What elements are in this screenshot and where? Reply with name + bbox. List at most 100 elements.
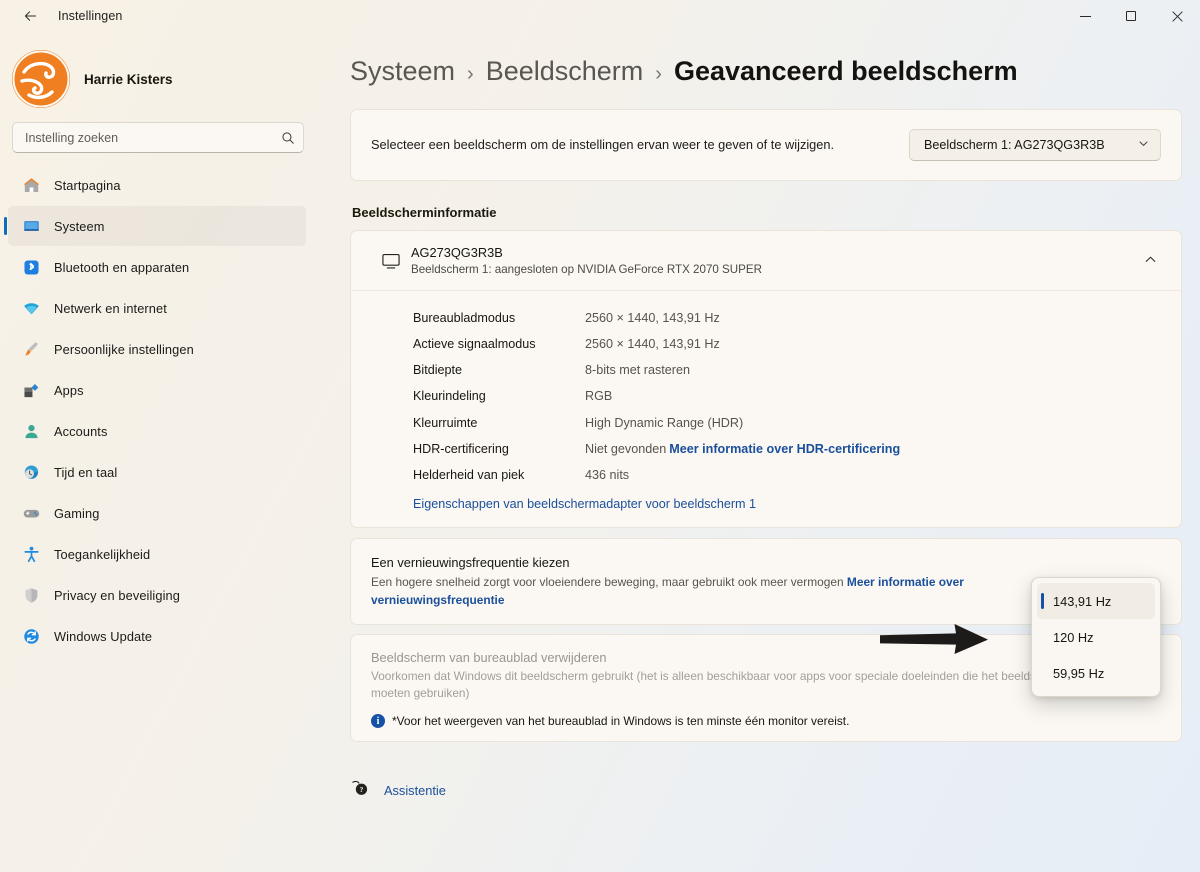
sidebar-item-gaming[interactable]: Gaming <box>8 493 306 533</box>
sidebar-item-apps[interactable]: Apps <box>8 370 306 410</box>
account-name: Harrie Kisters <box>84 71 173 87</box>
sidebar-item-label: Tijd en taal <box>54 464 118 480</box>
info-icon: i <box>371 714 385 729</box>
monitor-name: AG273QG3R3B <box>411 245 503 260</box>
spec-value: 8-bits met rasteren <box>585 363 690 378</box>
help-question-icon: ? <box>350 778 370 803</box>
help-label: Assistentie <box>384 783 446 799</box>
breadcrumb-beeldscherm[interactable]: Beeldscherm <box>486 56 644 87</box>
spec-value: 436 nits <box>585 467 630 482</box>
table-row: Bureaubladmodus 2560 × 1440, 143,91 Hz <box>351 305 1181 331</box>
spec-key: Kleurindeling <box>413 389 486 404</box>
monitor-connection: Beeldscherm 1: aangesloten op NVIDIA GeF… <box>411 263 762 276</box>
display-selector-dropdown[interactable]: Beeldscherm 1: AG273QG3R3B <box>909 129 1161 161</box>
help-link[interactable]: ? Assistentie <box>350 778 446 803</box>
spec-key: Bureaubladmodus <box>413 311 516 325</box>
person-icon <box>18 422 44 441</box>
display-info-heading: Beeldscherminformatie <box>352 205 497 220</box>
sidebar-item-label: Apps <box>54 382 84 398</box>
refresh-rate-option[interactable]: 120 Hz <box>1037 619 1155 655</box>
spec-value-text: Niet gevonden <box>585 441 667 456</box>
chevron-up-icon[interactable] <box>1138 253 1163 269</box>
clock-globe-icon <box>18 463 44 482</box>
sidebar-item-persoonlijke-instellingen[interactable]: Persoonlijke instellingen <box>8 329 306 369</box>
sidebar-item-privacy-en-beveiliging[interactable]: Privacy en beveiliging <box>8 575 306 615</box>
sidebar-item-label: Accounts <box>54 423 108 439</box>
table-row: Kleurruimte High Dynamic Range (HDR) <box>351 410 1181 436</box>
table-row: HDR-certificering Niet gevonden Meer info… <box>351 436 1181 462</box>
display-specs: Bureaubladmodus 2560 × 1440, 143,91 Hz A… <box>351 290 1181 527</box>
refresh-rate-option[interactable]: 143,91 Hz <box>1037 583 1155 619</box>
display-info-text: AG273QG3R3B Beeldscherm 1: aangesloten o… <box>411 245 1138 276</box>
breadcrumb-systeem[interactable]: Systeem <box>350 56 455 87</box>
refresh-rate-title: Een vernieuwingsfrequentie kiezen <box>371 554 570 570</box>
back-button[interactable] <box>12 1 48 31</box>
remove-display-title: Beeldscherm van bureaublad verwijderen <box>371 649 607 665</box>
hdr-certification-link[interactable]: Meer informatie over HDR-certificering <box>669 442 900 456</box>
close-button[interactable] <box>1154 0 1200 32</box>
back-arrow-icon <box>24 10 36 21</box>
shield-icon <box>18 586 44 605</box>
search-box[interactable] <box>12 122 304 153</box>
display-info-card: AG273QG3R3B Beeldscherm 1: aangesloten o… <box>350 230 1182 528</box>
sidebar-item-label: Persoonlijke instellingen <box>54 341 194 357</box>
sidebar-item-bluetooth-en-apparaten[interactable]: Bluetooth en apparaten <box>8 247 306 287</box>
minimize-button[interactable] <box>1062 0 1108 32</box>
spec-value: Niet gevonden Meer informatie over HDR-ce… <box>585 439 900 459</box>
refresh-rate-option-label: 120 Hz <box>1053 629 1094 645</box>
spec-key: HDR-certificering <box>413 441 509 456</box>
refresh-rate-option-label: 59,95 Hz <box>1053 665 1105 681</box>
sidebar-item-label: Toegankelijkheid <box>54 546 151 562</box>
chevron-down-icon <box>1138 138 1149 152</box>
refresh-rate-description-text: Een hogere snelheid zorgt voor vloeiende… <box>371 574 844 589</box>
wifi-icon <box>18 299 44 318</box>
page-title: Geavanceerd beeldscherm <box>673 56 1018 86</box>
sidebar-item-accounts[interactable]: Accounts <box>8 411 306 451</box>
sidebar-item-label: Startpagina <box>54 177 121 193</box>
refresh-rate-option-label: 143,91 Hz <box>1053 593 1112 609</box>
accessibility-icon <box>18 545 44 564</box>
breadcrumb-separator: › <box>655 63 662 85</box>
sidebar-item-windows-update[interactable]: Windows Update <box>8 616 306 656</box>
sidebar-nav: Startpagina Systeem Bluetooth en apparat… <box>0 165 318 656</box>
display-info-header[interactable]: AG273QG3R3B Beeldscherm 1: aangesloten o… <box>351 231 1181 290</box>
adapter-properties-link[interactable]: Eigenschappen van beeldschermadapter voo… <box>413 497 756 511</box>
sidebar: Harrie Kisters Instelling zoeken Startpa… <box>0 32 318 872</box>
breadcrumb-separator: › <box>467 63 474 85</box>
app-shell: Harrie Kisters Instelling zoeken Startpa… <box>0 32 1200 872</box>
sidebar-item-label: Netwerk en internet <box>54 300 167 316</box>
spec-value: RGB <box>585 389 613 404</box>
sidebar-item-toegankelijkheid[interactable]: Toegankelijkheid <box>8 534 306 574</box>
title-bar: Instellingen <box>0 0 1200 32</box>
avatar <box>12 50 70 108</box>
svg-text:?: ? <box>360 785 364 794</box>
search-area <box>0 122 318 165</box>
table-row: Kleurindeling RGB <box>351 383 1181 409</box>
sidebar-item-tijd-en-taal[interactable]: Tijd en taal <box>8 452 306 492</box>
sidebar-item-netwerk-en-internet[interactable]: Netwerk en internet <box>8 288 306 328</box>
main-content: Systeem › Beeldscherm › Geavanceerd beel… <box>318 32 1200 872</box>
maximize-button[interactable] <box>1108 0 1154 32</box>
display-selector-value: Beeldscherm 1: AG273QG3R3B <box>924 138 1105 152</box>
sidebar-item-startpagina[interactable]: Startpagina <box>8 165 306 205</box>
search-input[interactable] <box>25 130 281 145</box>
app-title: Instellingen <box>58 9 123 23</box>
monitor-icon <box>371 250 411 272</box>
spec-value: 2560 × 1440, 143,91 Hz <box>585 311 720 325</box>
avatar-logo-icon <box>12 50 70 108</box>
sidebar-item-label: Bluetooth en apparaten <box>54 259 190 275</box>
sidebar-item-label: Systeem <box>54 218 105 234</box>
apps-icon <box>18 381 44 400</box>
maximize-icon <box>1126 11 1136 21</box>
display-selector-description: Selecteer een beeldscherm om de instelli… <box>371 136 835 152</box>
update-icon <box>18 627 44 646</box>
sidebar-item-systeem[interactable]: Systeem <box>4 206 306 246</box>
spec-value: High Dynamic Range (HDR) <box>585 415 744 430</box>
remove-display-description: Voorkomen dat Windows dit beeldscherm ge… <box>371 668 1069 701</box>
spec-key: Helderheid van piek <box>413 467 525 482</box>
brush-icon <box>18 340 44 359</box>
account-block[interactable]: Harrie Kisters <box>0 40 318 122</box>
table-row: Bitdiepte 8-bits met rasteren <box>351 357 1181 383</box>
table-row: Actieve signaalmodus 2560 × 1440, 143,91… <box>351 331 1181 357</box>
refresh-rate-option[interactable]: 59,95 Hz <box>1037 655 1155 691</box>
